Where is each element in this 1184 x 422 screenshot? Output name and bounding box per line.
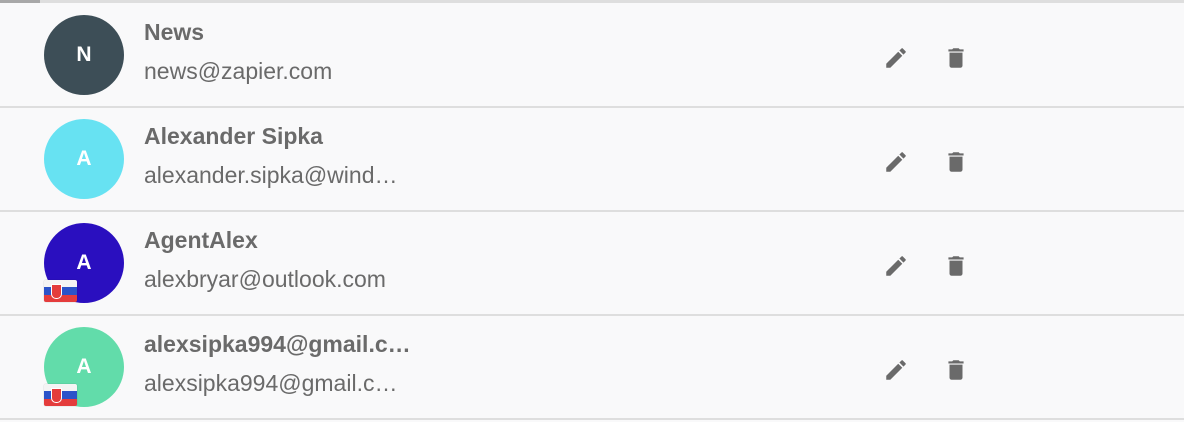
delete-button[interactable] [938, 40, 974, 76]
trash-icon [948, 152, 964, 172]
contact-row[interactable]: A Alexander Sipka alexander.sipka@wind… [0, 108, 1184, 212]
slovakia-flag-icon [44, 384, 77, 406]
top-divider [0, 0, 1184, 3]
contact-name: alexsipka994@gmail.c… [144, 331, 411, 357]
contact-email: news@zapier.com [144, 58, 333, 84]
pencil-icon [886, 48, 906, 68]
edit-button[interactable] [878, 352, 914, 388]
edit-button[interactable] [878, 144, 914, 180]
avatar: N [44, 15, 124, 95]
contact-row[interactable]: N News news@zapier.com [0, 4, 1184, 108]
contact-email: alexbryar@outlook.com [144, 266, 386, 292]
contact-list: N News news@zapier.com A Alexander Sipka… [0, 4, 1184, 420]
contact-email: alexsipka994@gmail.c… [144, 370, 398, 396]
trash-icon [948, 48, 964, 68]
top-tab-indicator [0, 0, 40, 3]
contact-row[interactable]: A alexsipka994@gmail.c… alexsipka994@gma… [0, 316, 1184, 420]
trash-icon [948, 256, 964, 276]
edit-button[interactable] [878, 40, 914, 76]
avatar: A [44, 119, 124, 199]
slovakia-flag-icon [44, 280, 77, 302]
contact-row[interactable]: A AgentAlex alexbryar@outlook.com [0, 212, 1184, 316]
edit-button[interactable] [878, 248, 914, 284]
delete-button[interactable] [938, 352, 974, 388]
contact-name: AgentAlex [144, 227, 258, 253]
pencil-icon [886, 256, 906, 276]
pencil-icon [886, 152, 906, 172]
contact-email: alexander.sipka@wind… [144, 162, 398, 188]
delete-button[interactable] [938, 248, 974, 284]
delete-button[interactable] [938, 144, 974, 180]
contact-name: Alexander Sipka [144, 123, 323, 149]
contact-name: News [144, 19, 205, 45]
pencil-icon [886, 360, 906, 380]
trash-icon [948, 360, 964, 380]
